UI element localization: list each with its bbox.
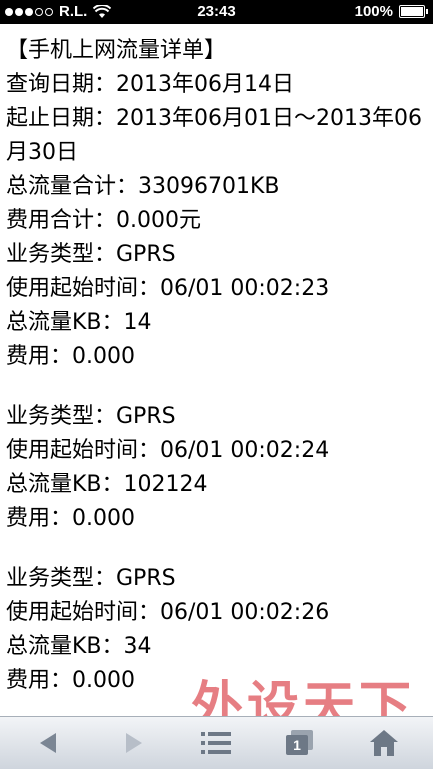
tabs-button[interactable]: 1 [280,723,320,763]
home-button[interactable] [364,723,404,763]
home-icon [370,730,398,756]
battery-percent: 100% [354,3,393,20]
status-bar: R.L. 23:43 100% [0,0,433,24]
page-title: 【手机上网流量详单】 [6,38,227,63]
record-traffic: 总流量KB：102124 [6,472,208,497]
back-button[interactable] [28,723,68,763]
record-start-time: 使用起始时间：06/01 00:02:24 [6,438,330,463]
bookmarks-button[interactable] [196,723,236,763]
record-separator [6,374,427,400]
forward-arrow-icon [126,733,142,753]
record-separator [6,536,427,562]
battery-icon [399,5,428,18]
bill-content: 【手机上网流量详单】 查询日期：2013年06月14日 起止日期：2013年06… [6,34,427,698]
record-cost: 费用：0.000 [6,668,135,693]
record-type: 业务类型：GPRS [6,404,176,429]
record-item: 业务类型：GPRS 使用起始时间：06/01 00:02:26 总流量KB：34… [6,562,427,698]
record-type: 业务类型：GPRS [6,242,176,267]
forward-button[interactable] [114,723,154,763]
status-right: 100% [354,3,428,20]
query-date: 查询日期：2013年06月14日 [6,72,294,97]
tab-count: 1 [293,737,301,753]
record-cost: 费用：0.000 [6,344,135,369]
back-arrow-icon [40,733,56,753]
record-traffic: 总流量KB：14 [6,310,152,335]
tabs-icon: 1 [286,730,313,755]
record-start-time: 使用起始时间：06/01 00:02:23 [6,276,330,301]
record-item: 业务类型：GPRS 使用起始时间：06/01 00:02:24 总流量KB：10… [6,400,427,536]
browser-toolbar: 1 [0,716,433,769]
record-type: 业务类型：GPRS [6,566,176,591]
record-traffic: 总流量KB：34 [6,634,152,659]
bookmarks-list-icon [201,732,231,754]
record-cost: 费用：0.000 [6,506,135,531]
total-traffic: 总流量合计：33096701KB [6,174,280,199]
billing-period: 起止日期：2013年06月01日～2013年06月30日 [6,106,422,165]
record-item: 业务类型：GPRS 使用起始时间：06/01 00:02:23 总流量KB：14… [6,238,427,374]
record-start-time: 使用起始时间：06/01 00:02:26 [6,600,330,625]
total-cost: 费用合计：0.000元 [6,208,201,233]
